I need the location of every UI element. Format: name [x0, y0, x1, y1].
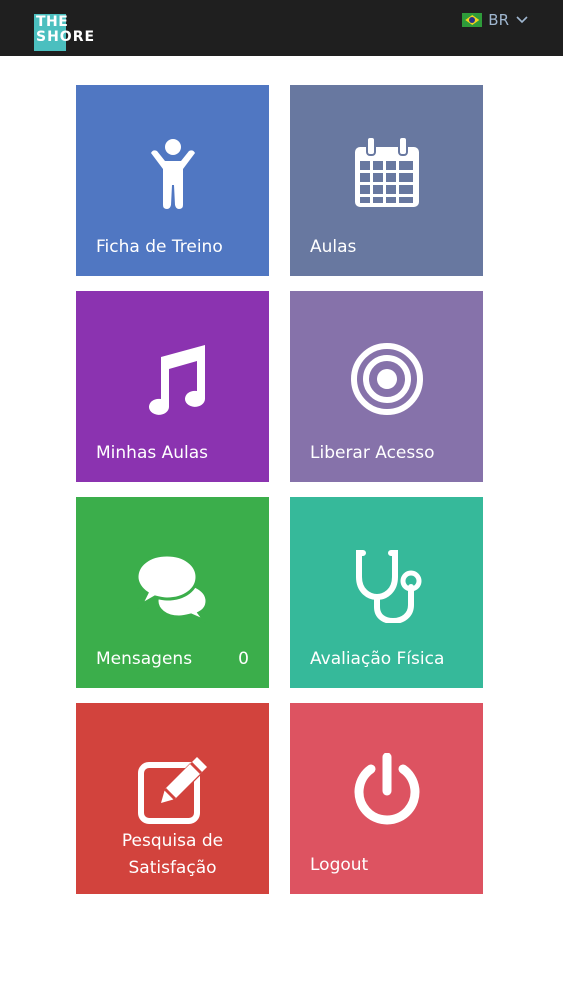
tile-logout[interactable]: Logout — [290, 703, 483, 894]
message-count-badge: 0 — [238, 649, 249, 669]
tile-label: Avaliação Física — [310, 649, 445, 669]
app-logo[interactable]: THE SHORE — [34, 14, 94, 51]
tile-label: Mensagens — [96, 649, 193, 669]
tile-label: Pesquisa de Satisfação — [121, 831, 224, 878]
tile-pesquisa-de-satisfacao[interactable]: Pesquisa de Satisfação — [76, 703, 269, 894]
logo-text: THE SHORE — [36, 15, 95, 45]
music-note-icon — [133, 339, 213, 419]
tile-liberar-acesso[interactable]: Liberar Acesso — [290, 291, 483, 482]
logo-line-2: SHORE — [36, 29, 96, 45]
tile-label: Liberar Acesso — [310, 443, 435, 463]
person-icon — [133, 133, 213, 213]
logo-line-1: THE — [36, 14, 69, 30]
brazil-flag-icon — [462, 13, 483, 27]
edit-icon — [133, 751, 213, 831]
tile-ficha-de-treino[interactable]: Ficha de Treino — [76, 85, 269, 276]
tile-label: Aulas — [310, 237, 357, 257]
menu-grid: Ficha de Treino Aulas Minhas Aulas Liber… — [76, 85, 483, 894]
tile-label: Minhas Aulas — [96, 443, 209, 463]
target-icon — [347, 339, 427, 419]
tile-label: Logout — [310, 855, 369, 875]
tile-aulas[interactable]: Aulas — [290, 85, 483, 276]
top-bar: THE SHORE BR — [0, 0, 563, 56]
language-selector[interactable]: BR — [462, 10, 529, 30]
chevron-down-icon — [516, 16, 528, 24]
calendar-icon — [347, 133, 427, 213]
tile-label: Ficha de Treino — [96, 237, 223, 257]
tile-avaliacao-fisica[interactable]: Avaliação Física — [290, 497, 483, 688]
power-icon — [347, 751, 427, 831]
chat-bubbles-icon — [133, 545, 213, 625]
language-label: BR — [488, 11, 509, 29]
tile-mensagens[interactable]: Mensagens 0 — [76, 497, 269, 688]
tile-minhas-aulas[interactable]: Minhas Aulas — [76, 291, 269, 482]
stethoscope-icon — [347, 545, 427, 625]
